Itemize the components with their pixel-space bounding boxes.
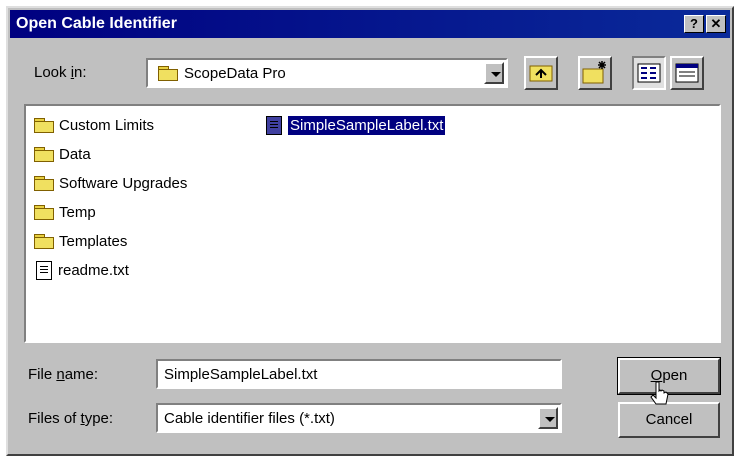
folder-icon	[34, 175, 54, 191]
list-item-templates[interactable]: Templates	[34, 228, 127, 254]
list-item-label: readme.txt	[58, 261, 129, 279]
look-in-label: Look in:	[34, 64, 87, 81]
list-item-readme[interactable]: readme.txt	[36, 257, 129, 283]
look-in-value: ScopeData Pro	[184, 65, 286, 82]
file-name-input[interactable]: SimpleSampleLabel.txt	[156, 359, 562, 389]
file-type-value: Cable identifier files (*.txt)	[164, 410, 335, 427]
details-view-button[interactable]	[670, 56, 704, 90]
help-button[interactable]: ?	[684, 15, 704, 33]
list-item-label: Data	[59, 145, 91, 163]
look-in-dropdown[interactable]: ScopeData Pro	[146, 58, 508, 88]
text-file-icon	[266, 115, 282, 135]
details-view-icon	[675, 63, 699, 83]
file-type-dropdown[interactable]: Cable identifier files (*.txt)	[156, 403, 562, 433]
list-item-software-upgrades[interactable]: Software Upgrades	[34, 170, 187, 196]
file-type-label: Files of type:	[28, 410, 114, 427]
title-bar[interactable]: Open Cable Identifier ? ✕	[10, 10, 730, 38]
folder-icon	[34, 146, 54, 162]
list-item-label: Temp	[59, 203, 96, 221]
file-list[interactable]: Custom Limits Data Software Upgrades Tem…	[24, 104, 721, 343]
folder-icon	[158, 66, 178, 81]
chevron-down-icon[interactable]	[484, 62, 504, 84]
list-item-simplesamplelabel[interactable]: SimpleSampleLabel.txt	[266, 112, 446, 138]
window-title: Open Cable Identifier	[16, 15, 177, 32]
text-file-icon	[36, 260, 52, 280]
list-view-icon	[637, 63, 661, 83]
new-folder-button[interactable]	[578, 56, 612, 90]
up-one-level-icon	[529, 65, 553, 82]
list-item-data[interactable]: Data	[34, 141, 91, 167]
list-item-label: Templates	[59, 232, 128, 250]
file-name-value: SimpleSampleLabel.txt	[164, 366, 318, 383]
mouse-pointer-icon	[650, 381, 669, 405]
list-item-temp[interactable]: Temp	[34, 199, 96, 225]
folder-icon	[34, 233, 54, 249]
folder-icon	[34, 117, 54, 133]
new-folder-icon	[582, 61, 606, 84]
list-item-label: SimpleSampleLabel.txt	[288, 115, 446, 135]
list-item-label: Software Upgrades	[59, 174, 188, 192]
list-item-label: Custom Limits	[59, 116, 155, 134]
list-item-custom-limits[interactable]: Custom Limits	[34, 112, 154, 138]
list-view-button[interactable]	[632, 56, 666, 90]
chevron-down-icon[interactable]	[538, 407, 558, 429]
open-dialog: Open Cable Identifier ? ✕ Look in: Scope…	[6, 6, 734, 456]
file-name-label: File name:	[28, 366, 99, 383]
up-one-level-button[interactable]	[524, 56, 558, 90]
folder-icon	[34, 204, 54, 220]
close-button[interactable]: ✕	[706, 15, 726, 33]
